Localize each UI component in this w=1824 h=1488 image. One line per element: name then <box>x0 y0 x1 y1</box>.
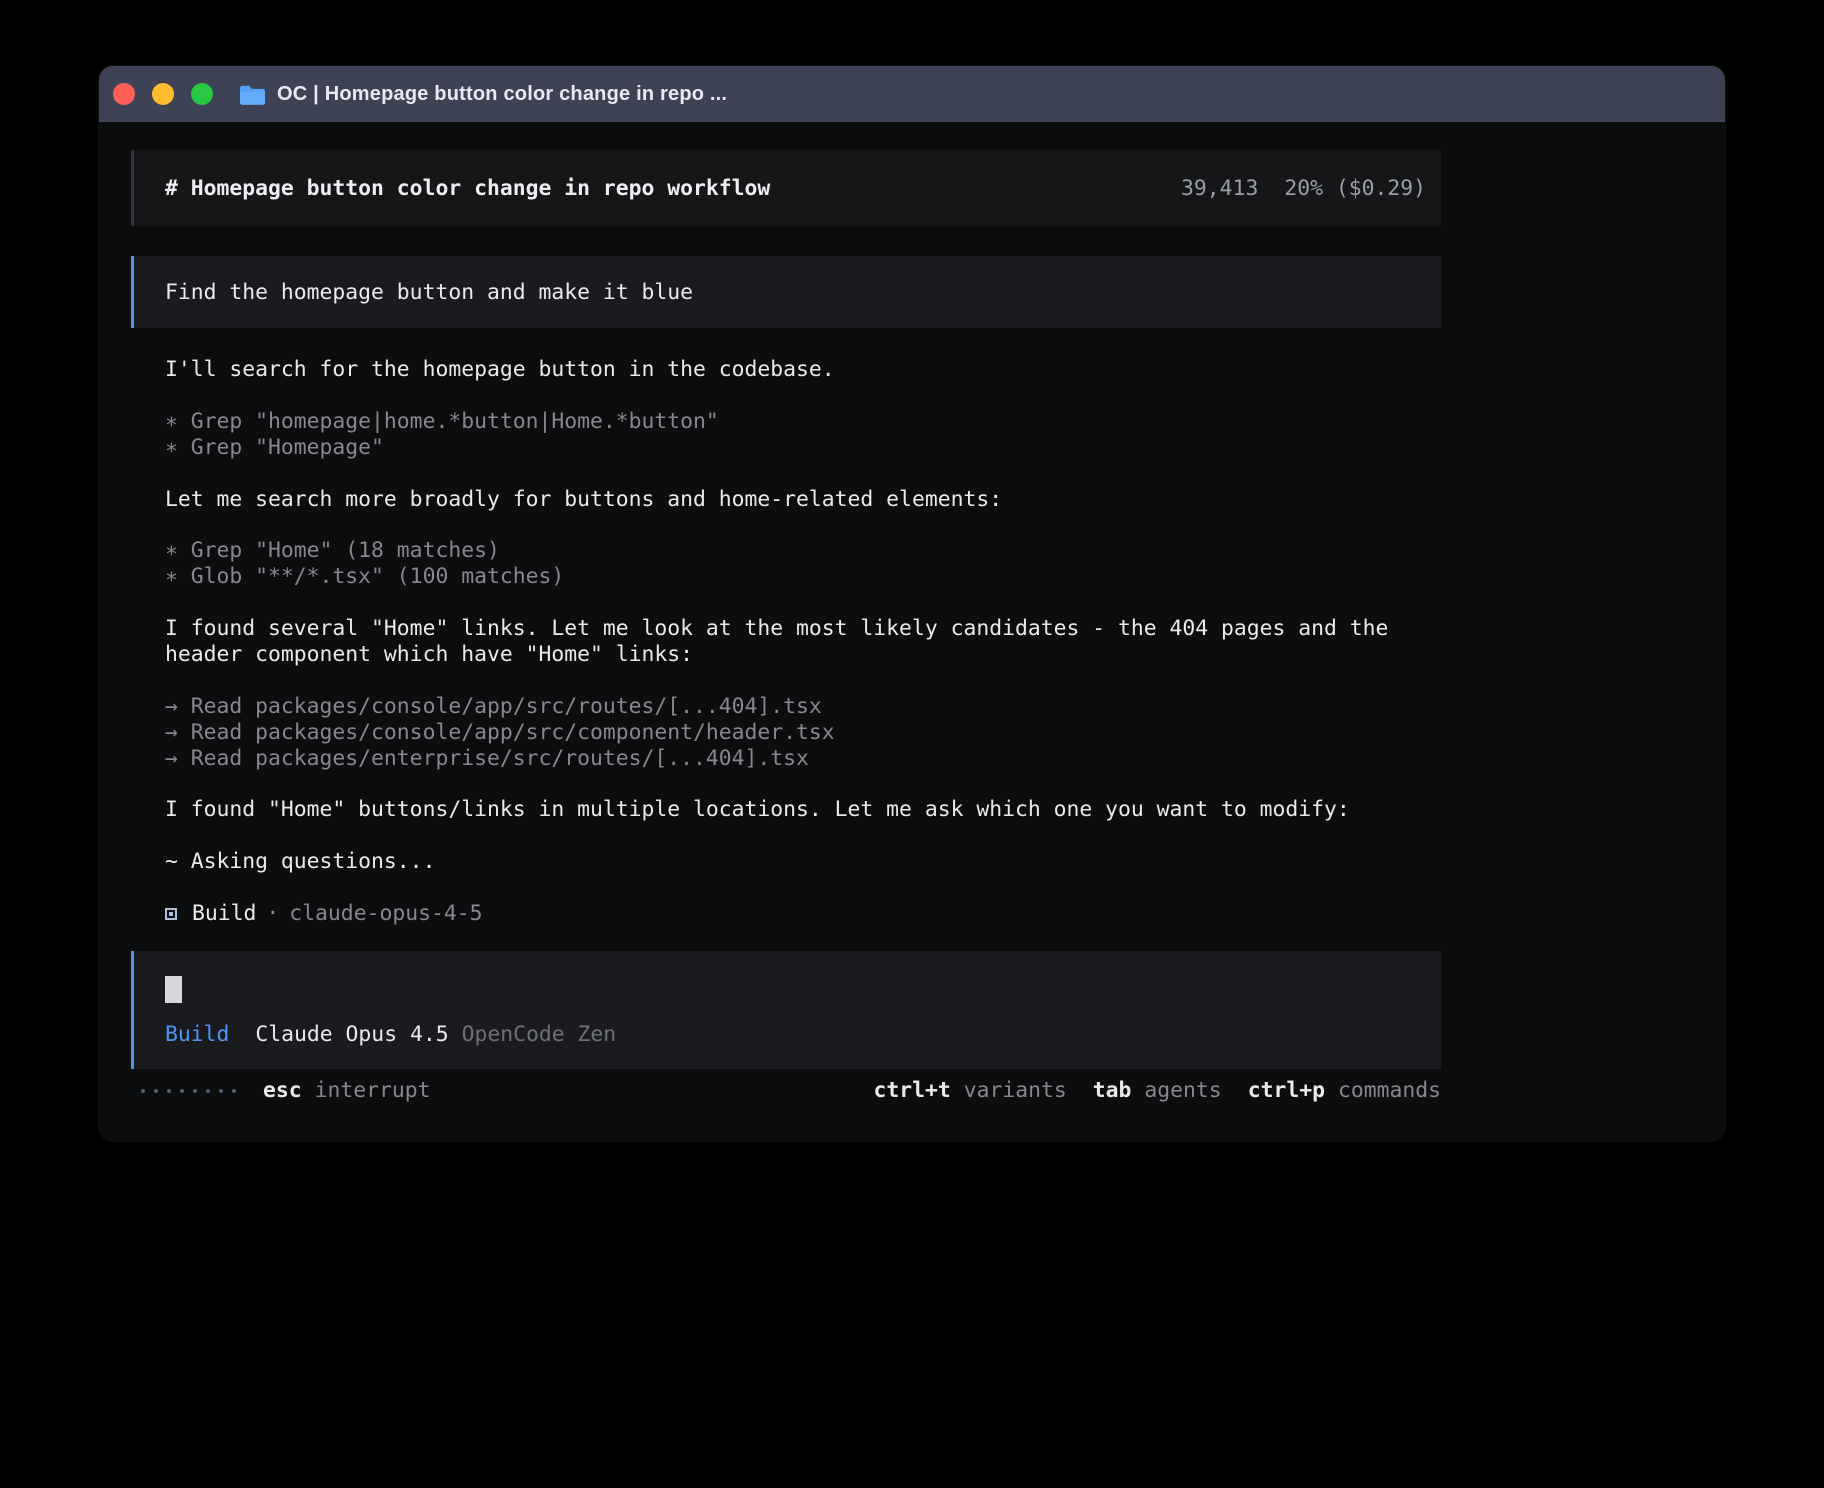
session-stats: 39,413 20% ($0.29) <box>1181 176 1426 201</box>
spinner-dot <box>180 1089 184 1093</box>
spinner-dot <box>206 1089 210 1093</box>
agent-name: Build <box>192 901 256 927</box>
tool-call-read: → Read packages/enterprise/src/routes/[.… <box>165 746 1407 772</box>
spinner-dot <box>141 1089 145 1093</box>
window-title: OC | Homepage button color change in rep… <box>277 83 727 106</box>
terminal-window: OC | Homepage button color change in rep… <box>99 66 1725 1141</box>
agent-icon <box>165 908 177 920</box>
assistant-text: I'll search for the homepage button in t… <box>165 357 1407 383</box>
shortcut-label: agents <box>1144 1078 1221 1104</box>
tool-call-read: → Read packages/console/app/src/routes/[… <box>165 694 1407 720</box>
titlebar[interactable]: OC | Homepage button color change in rep… <box>99 66 1725 122</box>
asking-questions-status: ~ Asking questions... <box>165 849 1407 875</box>
provider-label: OpenCode Zen <box>462 1022 617 1047</box>
tool-call-group: ∗ Grep "Home" (18 matches) ∗ Glob "**/*.… <box>165 538 1407 590</box>
shortcut-key: tab <box>1093 1078 1132 1104</box>
agent-status-row: Build · claude-opus-4-5 <box>165 901 1407 927</box>
tool-call-grep: ∗ Grep "homepage|home.*button|Home.*butt… <box>165 409 1407 435</box>
status-separator: · <box>266 901 279 927</box>
token-count: 39,413 <box>1181 176 1258 201</box>
user-message: Find the homepage button and make it blu… <box>131 256 1441 328</box>
shortcut-label: commands <box>1338 1078 1441 1104</box>
tool-call-grep: ∗ Grep "Homepage" <box>165 435 1407 461</box>
agent-model: claude-opus-4-5 <box>289 901 482 927</box>
assistant-paragraph: ~ Asking questions... <box>165 849 1407 875</box>
assistant-response: I'll search for the homepage button in t… <box>131 357 1441 927</box>
traffic-lights <box>113 83 213 105</box>
spinner-dot <box>193 1089 197 1093</box>
assistant-paragraph: Let me search more broadly for buttons a… <box>165 487 1407 513</box>
assistant-paragraph: I found "Home" buttons/links in multiple… <box>165 797 1407 823</box>
shortcut-agents: tab agents <box>1093 1078 1222 1104</box>
spinner-dots <box>141 1089 236 1093</box>
tool-call-read: → Read packages/console/app/src/componen… <box>165 720 1407 746</box>
assistant-text: I found several "Home" links. Let me loo… <box>165 616 1407 668</box>
minimize-button[interactable] <box>152 83 174 105</box>
esc-label: interrupt <box>315 1078 431 1104</box>
spinner-dot <box>167 1089 171 1093</box>
session-header: # Homepage button color change in repo w… <box>131 150 1441 226</box>
spinner-dot <box>232 1089 236 1093</box>
esc-key: esc <box>263 1078 302 1104</box>
shortcut-key: ctrl+p <box>1248 1078 1325 1104</box>
text-cursor <box>165 976 182 1003</box>
session-title: # Homepage button color change in repo w… <box>165 176 770 201</box>
shortcut-commands: ctrl+p commands <box>1248 1078 1441 1104</box>
input-status-row: Build Claude Opus 4.5 OpenCode Zen <box>165 1022 1410 1047</box>
tool-call-glob: ∗ Glob "**/*.tsx" (100 matches) <box>165 564 1407 590</box>
user-message-text: Find the homepage button and make it blu… <box>165 280 693 305</box>
statusbar: esc interrupt ctrl+t variants tab agents… <box>131 1078 1441 1104</box>
tool-call-group: ∗ Grep "homepage|home.*button|Home.*butt… <box>165 409 1407 461</box>
terminal-content: # Homepage button color change in repo w… <box>99 122 1725 1141</box>
statusbar-left: esc interrupt <box>131 1078 431 1104</box>
spinner-dot <box>154 1089 158 1093</box>
assistant-paragraph: I'll search for the homepage button in t… <box>165 357 1407 383</box>
assistant-text: I found "Home" buttons/links in multiple… <box>165 797 1407 823</box>
spinner-dot <box>219 1089 223 1093</box>
shortcut-key: ctrl+t <box>873 1078 950 1104</box>
assistant-paragraph: I found several "Home" links. Let me loo… <box>165 616 1407 668</box>
tool-call-group: → Read packages/console/app/src/routes/[… <box>165 694 1407 772</box>
shortcut-label: variants <box>964 1078 1067 1104</box>
context-cost: 20% ($0.29) <box>1284 176 1426 201</box>
zoom-button[interactable] <box>191 83 213 105</box>
mode-label: Build <box>165 1022 229 1047</box>
tool-call-grep: ∗ Grep "Home" (18 matches) <box>165 538 1407 564</box>
close-button[interactable] <box>113 83 135 105</box>
prompt-input[interactable]: Build Claude Opus 4.5 OpenCode Zen <box>131 951 1441 1069</box>
folder-icon <box>239 84 266 105</box>
statusbar-right: ctrl+t variants tab agents ctrl+p comman… <box>873 1078 1441 1104</box>
model-label: Claude Opus 4.5 <box>255 1022 448 1047</box>
shortcut-variants: ctrl+t variants <box>873 1078 1066 1104</box>
assistant-text: Let me search more broadly for buttons a… <box>165 487 1407 513</box>
